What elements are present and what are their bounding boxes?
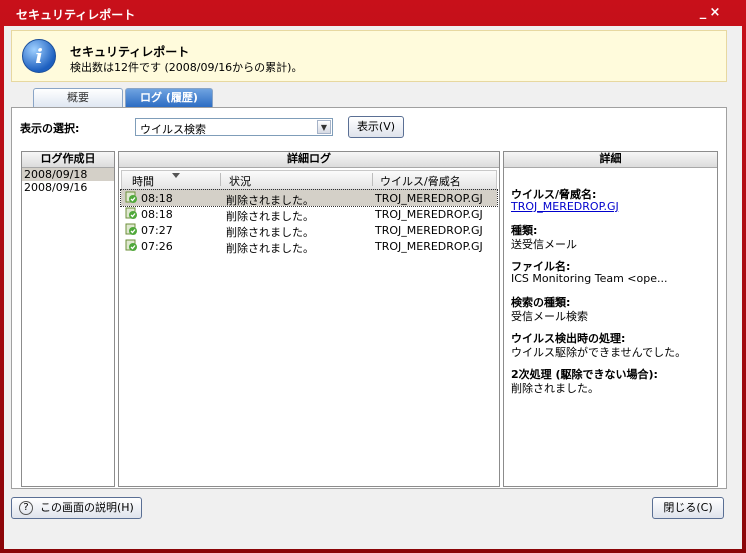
- detail-secondary-label: 2次処理 (駆除できない場合):: [511, 368, 658, 381]
- info-icon: i: [22, 39, 56, 73]
- banner-subtitle: 検出数は12件です (2008/09/16からの累計)。: [70, 61, 303, 74]
- date-list-item[interactable]: 2008/09/16: [22, 181, 114, 194]
- detail-type-value: 送受信メール: [511, 238, 577, 251]
- log-time: 07:26: [141, 240, 173, 253]
- info-banner: i セキュリティレポート 検出数は12件です (2008/09/16からの累計)…: [11, 30, 727, 82]
- date-list-item[interactable]: 2008/09/18: [22, 168, 114, 181]
- log-row[interactable]: 08:18 削除されました。 TROJ_MEREDROP.GJ: [121, 206, 497, 223]
- display-select-label: 表示の選択:: [20, 122, 80, 135]
- client-area: i セキュリティレポート 検出数は12件です (2008/09/16からの累計)…: [4, 26, 742, 549]
- detail-action: ウイルス検出時の処理: ウイルス駆除ができませんでした。: [511, 330, 687, 359]
- detail-log-pane: 詳細ログ 時間 状況 ウイルス/脅威名 08:18 削除されました。 TROJ_…: [118, 151, 500, 487]
- column-separator: [220, 173, 221, 186]
- threat-name-link[interactable]: TROJ_MEREDROP.GJ: [511, 200, 619, 214]
- detail-header: 詳細: [504, 152, 717, 168]
- checked-file-icon: [125, 239, 137, 251]
- log-dates-header: ログ作成日: [22, 152, 114, 168]
- checked-file-icon: [125, 207, 137, 219]
- log-panel: 表示の選択: ウイルス検索 ▼ 表示(V) ログ作成日 2008/09/18 2…: [11, 107, 727, 489]
- detail-type-label: 種類:: [511, 224, 538, 237]
- detail-threat: ウイルス/脅威名: TROJ_MEREDROP.GJ: [511, 186, 619, 214]
- detail-type: 種類: 送受信メール: [511, 222, 577, 251]
- log-time: 08:18: [141, 192, 173, 205]
- log-threat: TROJ_MEREDROP.GJ: [375, 192, 483, 205]
- log-row[interactable]: 08:18 削除されました。 TROJ_MEREDROP.GJ: [120, 189, 498, 207]
- security-report-window: セキュリティレポート _ × i セキュリティレポート 検出数は12件です (2…: [0, 0, 746, 553]
- log-row[interactable]: 07:27 削除されました。 TROJ_MEREDROP.GJ: [121, 222, 497, 239]
- detail-action-label: ウイルス検出時の処理:: [511, 332, 626, 345]
- help-button-label: この画面の説明(H): [40, 501, 134, 514]
- detail-file-label: ファイル名:: [511, 260, 571, 273]
- chevron-down-icon[interactable]: ▼: [317, 120, 331, 134]
- detail-scan-label: 検索の種類:: [511, 296, 571, 309]
- show-button[interactable]: 表示(V): [348, 116, 404, 138]
- tab-summary[interactable]: 概要: [33, 88, 123, 107]
- detail-action-value: ウイルス駆除ができませんでした。: [511, 346, 687, 359]
- detail-scan: 検索の種類: 受信メール検索: [511, 294, 588, 323]
- log-time: 08:18: [141, 208, 173, 221]
- detail-secondary-value: 削除されました。: [511, 382, 599, 395]
- log-status: 削除されました。: [226, 242, 314, 255]
- title-bar[interactable]: セキュリティレポート _ ×: [0, 0, 746, 26]
- detail-scan-value: 受信メール検索: [511, 310, 588, 323]
- detail-file-value: ICS Monitoring Team <ope...: [511, 272, 668, 285]
- checked-file-icon: [125, 191, 137, 203]
- close-button[interactable]: 閉じる(C): [652, 497, 724, 519]
- column-separator: [372, 173, 373, 186]
- detail-pane: 詳細 ウイルス/脅威名: TROJ_MEREDROP.GJ 種類: 送受信メール…: [503, 151, 718, 487]
- question-icon: ?: [19, 501, 33, 515]
- help-button[interactable]: ? この画面の説明(H): [11, 497, 142, 519]
- close-window-button[interactable]: ×: [706, 4, 724, 22]
- detail-secondary: 2次処理 (駆除できない場合): 削除されました。: [511, 366, 658, 395]
- tab-log-history[interactable]: ログ (履歴): [125, 88, 213, 107]
- detail-threat-label: ウイルス/脅威名:: [511, 188, 597, 201]
- detail-log-header: 詳細ログ: [119, 152, 499, 168]
- window-title: セキュリティレポート: [16, 8, 136, 22]
- log-row[interactable]: 07:26 削除されました。 TROJ_MEREDROP.GJ: [121, 238, 497, 255]
- log-threat: TROJ_MEREDROP.GJ: [375, 208, 483, 221]
- display-select-dropdown[interactable]: ウイルス検索 ▼: [135, 118, 333, 136]
- log-threat: TROJ_MEREDROP.GJ: [375, 240, 483, 253]
- column-threat[interactable]: ウイルス/脅威名: [380, 173, 461, 189]
- banner-title: セキュリティレポート: [70, 45, 190, 59]
- checked-file-icon: [125, 223, 137, 235]
- log-time: 07:27: [141, 224, 173, 237]
- detail-file: ファイル名: ICS Monitoring Team <ope...: [511, 258, 667, 286]
- sort-down-icon[interactable]: [172, 173, 180, 178]
- column-status[interactable]: 状況: [229, 173, 251, 189]
- display-select-value: ウイルス検索: [140, 123, 206, 136]
- log-column-headers: 時間 状況 ウイルス/脅威名: [121, 170, 497, 190]
- log-dates-pane: ログ作成日 2008/09/18 2008/09/16: [21, 151, 115, 487]
- column-time[interactable]: 時間: [132, 173, 154, 189]
- log-threat: TROJ_MEREDROP.GJ: [375, 224, 483, 237]
